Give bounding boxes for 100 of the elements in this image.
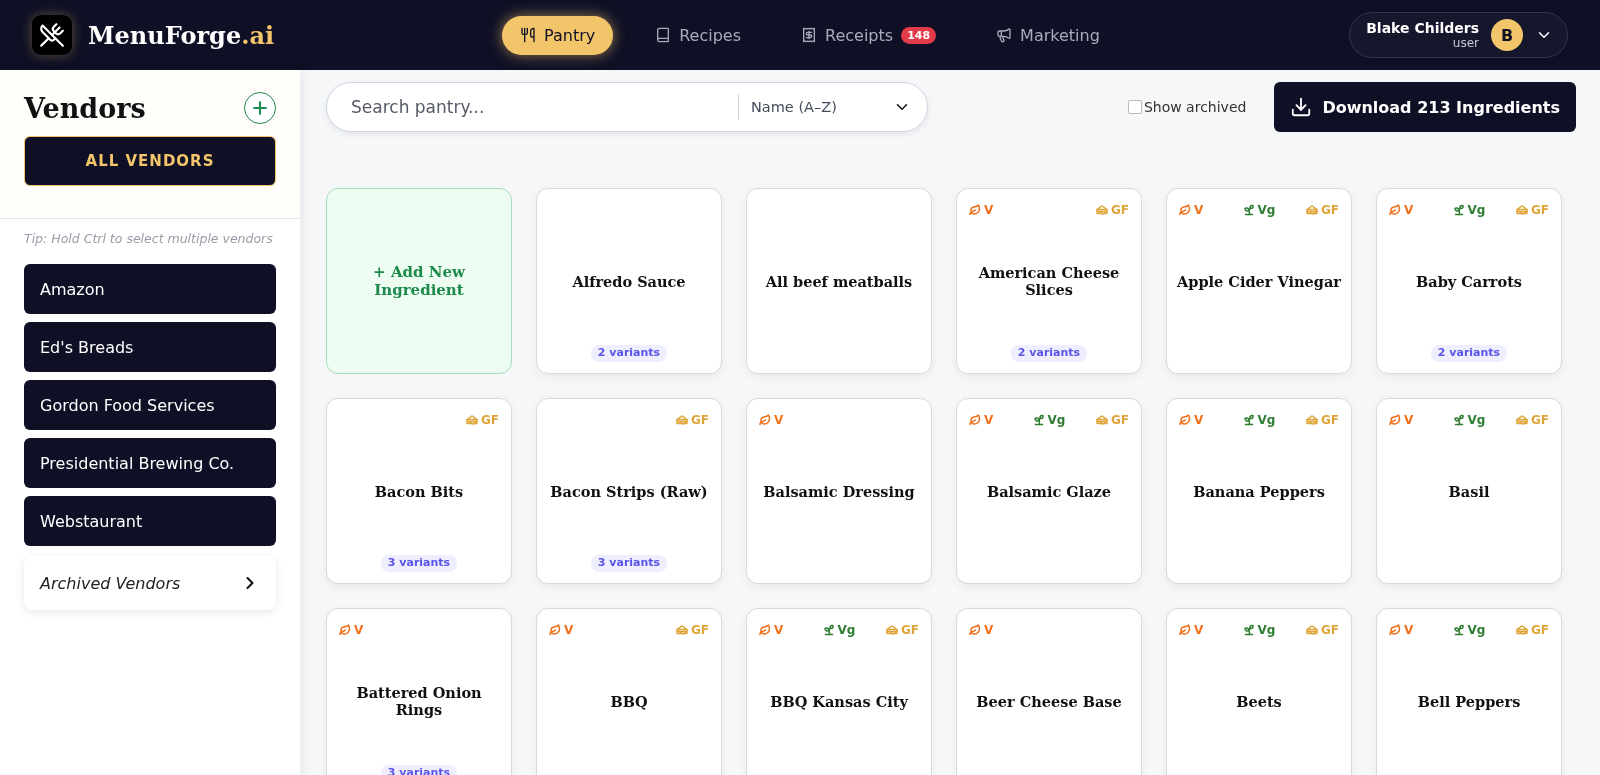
ingredient-name: Battered Onion Rings <box>355 684 483 718</box>
nav-tab[interactable]: Recipes <box>637 15 760 55</box>
user-role: user <box>1452 36 1479 50</box>
diet-tag: V <box>1389 203 1414 217</box>
book-icon <box>655 27 672 43</box>
ingredient-name: BBQ <box>609 692 649 710</box>
vendor-button[interactable]: Webstaurant <box>24 496 276 546</box>
leaf-icon <box>1179 624 1191 636</box>
ingredient-card[interactable]: V Vg GF Beets <box>1166 608 1352 775</box>
diet-tag: Vg <box>1242 623 1276 637</box>
vendor-button[interactable]: Gordon Food Services <box>24 380 276 430</box>
diet-tag: GF <box>885 623 919 637</box>
variants-count: 3 variants <box>590 555 668 572</box>
ingredient-card[interactable]: V Vg GF Banana Peppers <box>1166 398 1352 584</box>
leaf-icon <box>1389 624 1401 636</box>
sprout-icon <box>1452 414 1465 426</box>
diet-tag: Vg <box>1452 203 1486 217</box>
download-icon <box>1290 96 1313 118</box>
diet-tag: GF <box>1515 203 1549 217</box>
nav-tab[interactable]: Receipts 148 <box>783 15 955 55</box>
checkbox[interactable] <box>1127 100 1142 114</box>
leaf-icon <box>759 624 771 636</box>
ingredient-name: Alfredo Sauce <box>571 272 687 290</box>
sprout-icon <box>1032 414 1045 426</box>
add-vendor-button[interactable] <box>244 92 276 124</box>
receipt-icon <box>801 27 818 43</box>
diet-tag: V <box>549 623 574 637</box>
ingredient-card[interactable]: Alfredo Sauce 2 variants <box>536 188 722 374</box>
sort-dropdown[interactable]: Name (A–Z) <box>738 94 927 120</box>
ingredient-card[interactable]: GF Bacon Strips (Raw) 3 variants <box>536 398 722 584</box>
nav-tab[interactable]: Marketing <box>978 15 1118 55</box>
ingredient-name: Bell Peppers <box>1416 692 1522 710</box>
variants-count: 2 variants <box>1010 345 1088 362</box>
diet-tag: Vg <box>1242 203 1276 217</box>
plus-icon <box>250 98 270 118</box>
ingredient-name: Balsamic Glaze <box>985 482 1113 500</box>
vendor-button[interactable]: Amazon <box>24 264 276 314</box>
leaf-icon <box>339 624 351 636</box>
ingredient-name: Banana Peppers <box>1192 482 1326 500</box>
sprout-icon <box>1242 624 1255 636</box>
add-ingredient-card[interactable]: + Add New Ingredient <box>326 188 512 374</box>
megaphone-icon <box>996 27 1013 43</box>
leaf-icon <box>969 624 981 636</box>
ingredient-card[interactable]: V Balsamic Dressing <box>746 398 932 584</box>
ingredient-card[interactable]: GF Bacon Bits 3 variants <box>326 398 512 584</box>
ingredient-card[interactable]: V Vg GF Balsamic Glaze <box>956 398 1142 584</box>
avatar: B <box>1491 19 1523 51</box>
leaf-icon <box>1389 414 1401 426</box>
nav-tab[interactable]: Pantry <box>502 15 614 55</box>
fork-knife-logo-icon <box>32 15 72 55</box>
ingredient-card[interactable]: V Vg GF Bell Peppers <box>1376 608 1562 775</box>
sidebar-title: Vendors <box>24 92 146 124</box>
all-vendors-button[interactable]: ALL VENDORS <box>24 136 276 186</box>
ingredient-card[interactable]: V GF BBQ <box>536 608 722 775</box>
diet-tag: Vg <box>822 623 856 637</box>
diet-tag: GF <box>1095 203 1129 217</box>
leaf-icon <box>1179 204 1191 216</box>
ingredient-card[interactable]: V Vg GF Apple Cider Vinegar <box>1166 188 1352 374</box>
user-name: Blake Childers <box>1366 20 1479 36</box>
ingredient-name: BBQ Kansas City <box>769 692 910 710</box>
leaf-icon <box>969 204 981 216</box>
search-field[interactable]: Search pantry... Name (A–Z) <box>326 82 928 132</box>
ingredient-name: Basil <box>1447 482 1491 500</box>
ingredient-card[interactable]: V GF American Cheese Slices 2 variants <box>956 188 1142 374</box>
variants-count: 2 variants <box>1430 345 1508 362</box>
ingredient-name: Bacon Bits <box>373 482 465 500</box>
ingredient-card[interactable]: V Vg GF BBQ Kansas City <box>746 608 932 775</box>
diet-tag: V <box>969 623 994 637</box>
diet-tag: Vg <box>1452 413 1486 427</box>
ingredient-name: Beets <box>1235 692 1283 710</box>
diet-tag: V <box>1389 623 1414 637</box>
diet-tag: GF <box>1515 413 1549 427</box>
sprout-icon <box>1242 204 1255 216</box>
diet-tag: GF <box>1305 623 1339 637</box>
download-button[interactable]: Download 213 Ingredients <box>1274 82 1576 132</box>
diet-tag: V <box>759 623 784 637</box>
diet-tag: Vg <box>1032 413 1066 427</box>
sprout-icon <box>1452 204 1465 216</box>
ingredient-name: All beef meatballs <box>764 272 914 290</box>
vendor-button[interactable]: Presidential Brewing Co. <box>24 438 276 488</box>
user-menu[interactable]: Blake Childers user B <box>1349 12 1568 58</box>
tip-text: Tip: Hold Ctrl to select multiple vendors <box>24 231 274 246</box>
archived-vendors-link[interactable]: Archived Vendors <box>24 556 276 610</box>
vendor-button[interactable]: Ed's Breads <box>24 322 276 372</box>
count-badge: 148 <box>901 26 937 44</box>
leaf-icon <box>969 414 981 426</box>
diet-tag: GF <box>1305 203 1339 217</box>
leaf-icon <box>759 414 771 426</box>
ingredient-card[interactable]: V Beer Cheese Base <box>956 608 1142 775</box>
utensils-icon <box>520 27 536 43</box>
leaf-icon <box>1389 204 1401 216</box>
diet-tag: Vg <box>1452 623 1486 637</box>
ingredient-name: Beer Cheese Base <box>975 692 1123 710</box>
ingredient-card[interactable]: V Vg GF Baby Carrots 2 variants <box>1376 188 1562 374</box>
leaf-icon <box>1179 414 1191 426</box>
checkbox-label: Show archived <box>1143 99 1247 115</box>
ingredient-card[interactable]: All beef meatballs <box>746 188 932 374</box>
leaf-icon <box>549 624 561 636</box>
diet-tag: GF <box>675 413 709 427</box>
ingredient-card[interactable]: V Vg GF Basil <box>1376 398 1562 584</box>
